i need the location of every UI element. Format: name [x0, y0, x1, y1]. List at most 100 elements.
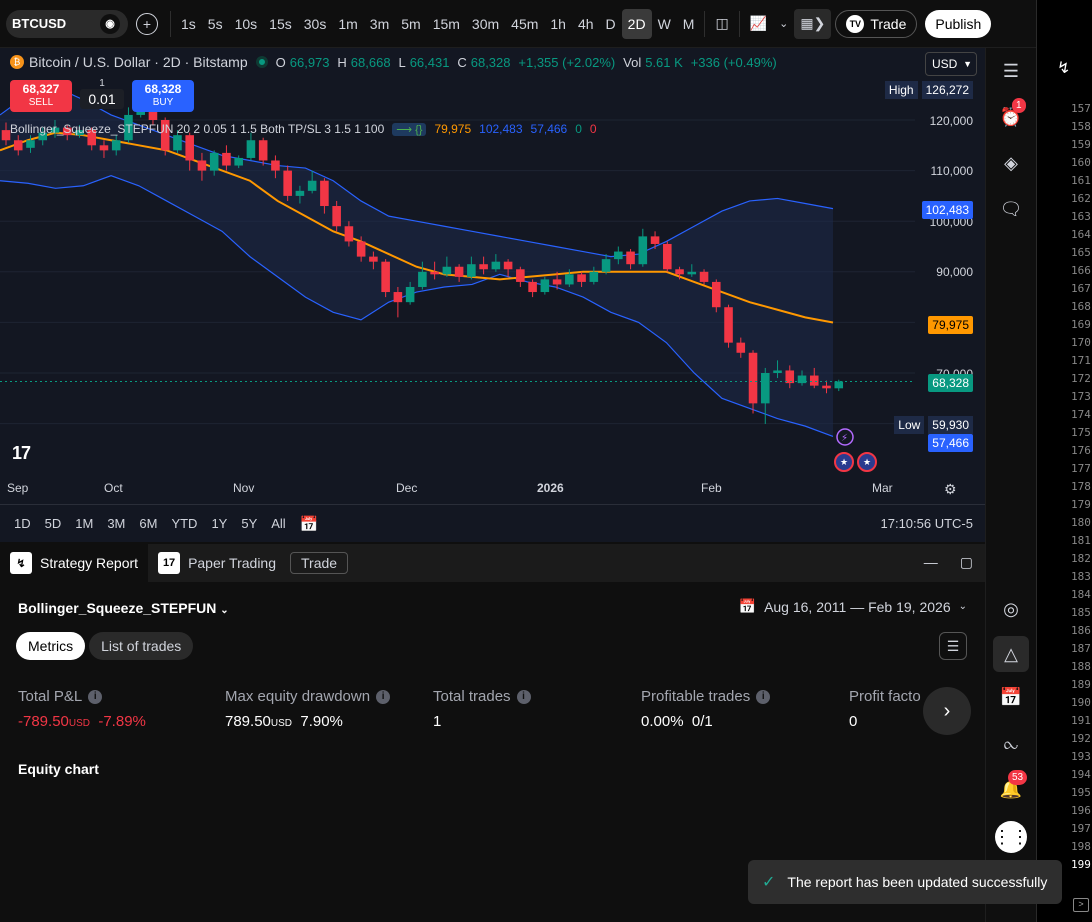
range-YTD[interactable]: YTD [171, 516, 197, 531]
range-1D[interactable]: 1D [14, 516, 31, 531]
timeframe-2D[interactable]: 2D [621, 8, 652, 39]
line-number: 185 [1071, 606, 1091, 619]
line-number: 167 [1071, 282, 1091, 295]
candle-body [381, 261, 390, 293]
alert-badge: 1 [1012, 98, 1026, 113]
source-code-icon[interactable]: ⟶ {} [392, 122, 427, 136]
us-flag-icon[interactable]: ★ [857, 452, 877, 472]
line-number: 182 [1071, 552, 1091, 565]
info-icon[interactable]: i [376, 689, 391, 704]
timeframe-D[interactable]: D [600, 9, 622, 39]
timeframe-30s[interactable]: 30s [298, 9, 333, 39]
clock[interactable]: 17:10:56 UTC-5 [881, 516, 974, 531]
toolbar-divider [738, 10, 740, 37]
calendar-icon[interactable]: 📅 [998, 684, 1024, 710]
symbol-search[interactable]: BTCUSD ◉ [6, 9, 128, 38]
line-number: 158 [1071, 120, 1091, 133]
line-number: 193 [1071, 750, 1091, 763]
timeframe-3m[interactable]: 3m [364, 9, 395, 39]
maximize-icon[interactable]: ▢ [960, 554, 973, 571]
sell-button[interactable]: 68,327 SELL [10, 80, 72, 112]
legend-title: Bitcoin / U.S. Dollar · 2D · Bitstamp [29, 54, 248, 70]
currency-select[interactable]: USD ▼ [925, 52, 977, 76]
chat-icon[interactable]: 🗨 [998, 196, 1024, 222]
buy-button[interactable]: 68,328 BUY [132, 80, 194, 112]
timeframe-30m[interactable]: 30m [466, 9, 505, 39]
layers-icon[interactable]: ◈ [998, 150, 1024, 176]
candle-body [1, 130, 11, 141]
line-number: 165 [1071, 246, 1091, 259]
strategy-select[interactable]: Bollinger_Squeeze_STEPFUN ⌄ [18, 600, 229, 616]
us-flag-icon[interactable]: ★ [834, 452, 854, 472]
tab-paper-trading[interactable]: 17 Paper Trading [148, 544, 286, 582]
line-number: 157 [1071, 102, 1091, 115]
time-tick: Dec [396, 481, 418, 495]
candle-body [601, 259, 611, 272]
timeframe-group: 1s 5s 10s 15s 30s 1m 3m 5m 15m 30m 45m 1h 4h D 2D W M [175, 8, 701, 39]
info-icon[interactable]: i [88, 689, 103, 704]
range-1Y[interactable]: 1Y [211, 516, 227, 531]
minimize-icon[interactable]: — [924, 554, 938, 571]
line-number: 168 [1071, 300, 1091, 313]
trade-button[interactable]: TV Trade [835, 9, 918, 38]
timeframe-45m[interactable]: 45m [505, 9, 544, 39]
chart-area[interactable]: ⚡ ₿ Bitcoin / U.S. Dollar · 2D · Bitstam… [0, 48, 985, 504]
time-tick: Sep [7, 481, 29, 495]
timeframe-15m[interactable]: 15m [427, 9, 466, 39]
list-view-icon[interactable]: ☰ [939, 632, 967, 660]
publish-button[interactable]: Publish [925, 9, 992, 38]
timeframe-1m[interactable]: 1m [332, 9, 363, 39]
quantity-field[interactable]: 1 0.01 [80, 78, 124, 109]
range-All[interactable]: All [271, 516, 285, 531]
timeframe-15s[interactable]: 15s [263, 9, 298, 39]
price-chart[interactable]: ⚡ [0, 48, 985, 504]
tradingview-app: BTCUSD ◉ + 1s 5s 10s 15s 30s 1m 3m 5m 15m 30m 45m 1… [0, 0, 1092, 922]
indicator-legend[interactable]: Bollinger_Squeeze_STEPFUN 20 2 0.05 1 1.… [10, 122, 597, 136]
layout-icon[interactable]: ▦❯ [794, 8, 832, 39]
range-3M[interactable]: 3M [107, 516, 125, 531]
panel-tabs: ↯ Strategy Report 17 Paper Trading Trade… [0, 544, 985, 582]
timeframe-W[interactable]: W [652, 9, 677, 39]
target-icon[interactable]: ◎ [998, 596, 1024, 622]
calendar-icon: 📅 [738, 598, 757, 614]
time-tick: Oct [104, 481, 123, 495]
range-5D[interactable]: 5D [45, 516, 62, 531]
timeframe-5m[interactable]: 5m [395, 9, 426, 39]
candle-type-icon[interactable]: ◫ [709, 9, 734, 39]
info-icon[interactable]: i [756, 689, 771, 704]
range-6M[interactable]: 6M [139, 516, 157, 531]
timeframe-5s[interactable]: 5s [202, 9, 229, 39]
basis-tag: 79,975 [928, 316, 973, 334]
add-symbol-button[interactable]: + [136, 12, 158, 35]
list-of-trades-tab[interactable]: List of trades [89, 632, 194, 660]
timeframe-M[interactable]: M [677, 9, 701, 39]
candle-body [736, 342, 746, 353]
info-icon[interactable]: i [516, 689, 531, 704]
settings-icon[interactable]: ⚙ [944, 481, 957, 498]
timeframe-1s[interactable]: 1s [175, 9, 202, 39]
editor-tool-icon[interactable]: ↯ [1057, 58, 1070, 78]
candle-body [724, 307, 733, 343]
metrics-tab[interactable]: Metrics [16, 632, 86, 660]
timeframe-10s[interactable]: 10s [229, 9, 264, 39]
tab-trade[interactable]: Trade [290, 552, 349, 574]
line-number: 162 [1071, 192, 1091, 205]
date-range-icon[interactable]: 📅 [300, 515, 319, 533]
terminal-icon[interactable]: > [1073, 898, 1089, 912]
strategy-tester-icon[interactable]: △ [998, 641, 1024, 667]
timeframe-1h[interactable]: 1h [544, 9, 572, 39]
timeframe-4h[interactable]: 4h [572, 9, 600, 39]
date-range-select[interactable]: 📅 Aug 16, 2011 — Feb 19, 2026 ⌄ [739, 598, 967, 615]
chevron-right-icon[interactable]: › [923, 687, 971, 735]
apps-grid-icon[interactable]: ⋮⋮ [993, 821, 1029, 853]
indicators-icon[interactable]: 📈 [744, 9, 773, 39]
range-5Y[interactable]: 5Y [241, 516, 257, 531]
watchlist-icon[interactable]: ☰ [998, 58, 1024, 84]
metric-profitable-trades: Profitable trades i 0.00% 0/1 [641, 688, 771, 730]
chevron-down-icon[interactable]: ⌄ [773, 9, 794, 39]
range-group: 1D 5D 1M 3M 6M YTD 1Y 5Y All [14, 516, 300, 531]
candle-body [307, 180, 317, 191]
tab-strategy-report[interactable]: ↯ Strategy Report [0, 544, 149, 582]
broadcast-icon[interactable]: ⧜ [998, 731, 1024, 757]
range-1M[interactable]: 1M [75, 516, 93, 531]
